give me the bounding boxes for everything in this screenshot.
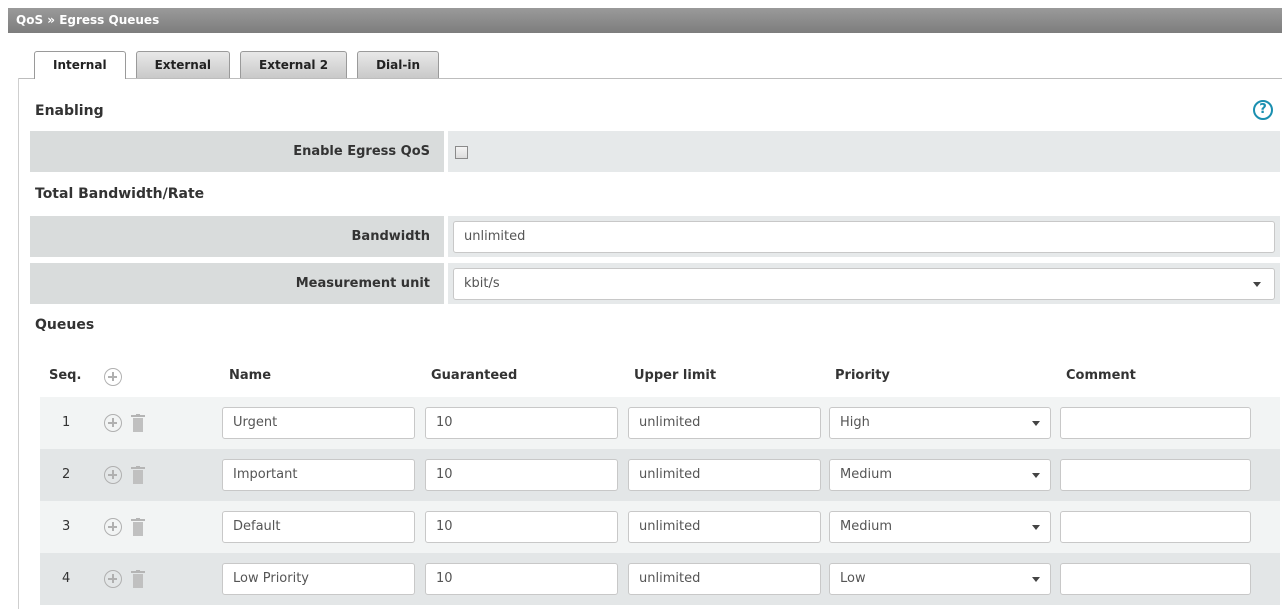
tab-dial-in[interactable]: Dial-in: [357, 51, 439, 78]
bandwidth-input[interactable]: unlimited: [453, 221, 1275, 253]
panel-border: [18, 78, 19, 609]
queue-name-input[interactable]: Default: [222, 511, 415, 543]
upper-limit-input[interactable]: unlimited: [628, 459, 821, 491]
upper-limit-input[interactable]: unlimited: [628, 563, 821, 595]
breadcrumb: QoS » Egress Queues: [8, 8, 1282, 33]
comment-input[interactable]: [1060, 459, 1251, 491]
row-seq: 1: [62, 415, 71, 430]
comment-input[interactable]: [1060, 511, 1251, 543]
add-icon[interactable]: [104, 368, 122, 386]
queue-name-input[interactable]: Low Priority: [222, 563, 415, 595]
measurement-unit-select[interactable]: kbit/s: [453, 268, 1275, 300]
row-seq: 3: [62, 519, 71, 534]
measurement-unit-label: Measurement unit: [30, 263, 444, 304]
trash-icon[interactable]: [131, 414, 145, 432]
priority-dropdown-button[interactable]: [1021, 459, 1051, 491]
add-icon[interactable]: [104, 466, 122, 484]
tab-external[interactable]: External: [135, 51, 231, 78]
enable-egress-qos-checkbox[interactable]: [455, 146, 468, 159]
guaranteed-input[interactable]: 10: [425, 459, 618, 491]
trash-icon[interactable]: [131, 518, 145, 536]
priority-select[interactable]: Medium: [829, 459, 1051, 491]
chevron-down-icon: [1032, 525, 1040, 530]
section-title-enabling: Enabling: [35, 103, 104, 119]
priority-dropdown-button[interactable]: [1021, 511, 1051, 543]
tab-internal[interactable]: Internal: [34, 51, 126, 79]
priority-select[interactable]: High: [829, 407, 1051, 439]
chevron-down-icon: [1032, 577, 1040, 582]
enable-egress-qos-label: Enable Egress QoS: [30, 131, 444, 172]
priority-select[interactable]: Low: [829, 563, 1051, 595]
queue-name-input[interactable]: Important: [222, 459, 415, 491]
trash-icon[interactable]: [131, 570, 145, 588]
section-title-bandwidth: Total Bandwidth/Rate: [35, 186, 205, 202]
section-title-queues: Queues: [35, 317, 95, 333]
comment-input[interactable]: [1060, 563, 1251, 595]
chevron-down-icon: [1032, 421, 1040, 426]
column-header-upper-limit: Upper limit: [634, 368, 717, 383]
tab-external-2[interactable]: External 2: [240, 51, 348, 78]
guaranteed-input[interactable]: 10: [425, 511, 618, 543]
upper-limit-input[interactable]: unlimited: [628, 407, 821, 439]
column-header-priority: Priority: [835, 368, 890, 383]
add-icon[interactable]: [104, 518, 122, 536]
upper-limit-input[interactable]: unlimited: [628, 511, 821, 543]
guaranteed-input[interactable]: 10: [425, 407, 618, 439]
add-icon[interactable]: [104, 570, 122, 588]
help-icon[interactable]: ?: [1253, 100, 1273, 120]
trash-icon[interactable]: [131, 466, 145, 484]
tab-divider: [18, 78, 1282, 79]
enable-egress-qos-cell: [448, 131, 1280, 172]
tab-bar: Internal External External 2 Dial-in: [34, 51, 449, 79]
column-header-seq: Seq.: [49, 368, 82, 383]
add-icon[interactable]: [104, 414, 122, 432]
row-seq: 2: [62, 467, 71, 482]
comment-input[interactable]: [1060, 407, 1251, 439]
guaranteed-input[interactable]: 10: [425, 563, 618, 595]
bandwidth-label: Bandwidth: [30, 216, 444, 257]
column-header-guaranteed: Guaranteed: [431, 368, 518, 383]
column-header-comment: Comment: [1066, 368, 1136, 383]
column-header-name: Name: [229, 368, 272, 383]
chevron-down-icon: [1032, 473, 1040, 478]
priority-dropdown-button[interactable]: [1021, 407, 1051, 439]
queue-name-input[interactable]: Urgent: [222, 407, 415, 439]
priority-select[interactable]: Medium: [829, 511, 1051, 543]
row-seq: 4: [62, 571, 71, 586]
chevron-down-icon: [1253, 282, 1261, 287]
priority-dropdown-button[interactable]: [1021, 563, 1051, 595]
measurement-unit-dropdown-button[interactable]: [1242, 268, 1272, 300]
